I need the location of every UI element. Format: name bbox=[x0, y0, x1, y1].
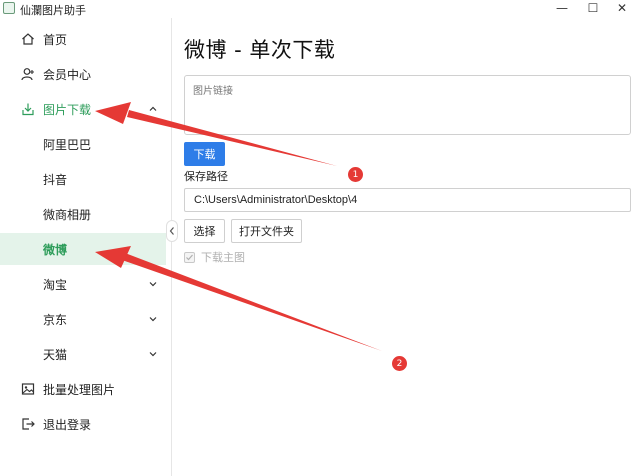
download-main-image-label: 下载主图 bbox=[201, 251, 245, 264]
sidebar: 首页 会员中心 图片下载 阿里巴巴 抖音 微商相册 微博 淘宝 京东 天猫 批量… bbox=[0, 18, 172, 476]
open-folder-button[interactable]: 打开文件夹 bbox=[231, 219, 302, 243]
download-icon bbox=[21, 102, 35, 116]
sidebar-item-batch-process[interactable]: 批量处理图片 bbox=[0, 373, 166, 405]
chevron-up-icon bbox=[149, 106, 157, 111]
save-path-field[interactable]: C:\Users\Administrator\Desktop\4 bbox=[184, 188, 631, 212]
annotation-badge-1: 1 bbox=[348, 167, 363, 182]
page-title: 微博 - 单次下载 bbox=[184, 38, 336, 62]
maximize-button[interactable]: ☐ bbox=[578, 0, 608, 16]
sidebar-item-home[interactable]: 首页 bbox=[0, 23, 166, 55]
save-path-value: C:\Users\Administrator\Desktop\4 bbox=[194, 194, 358, 206]
sidebar-item-label: 微博 bbox=[43, 242, 68, 257]
window-title: 仙瀾图片助手 bbox=[20, 4, 86, 17]
annotation-badge-2: 2 bbox=[392, 356, 407, 371]
sidebar-item-jd[interactable]: 京东 bbox=[0, 303, 166, 335]
sidebar-item-image-download[interactable]: 图片下载 bbox=[0, 93, 166, 125]
close-button[interactable]: ✕ bbox=[607, 0, 637, 16]
chevron-down-icon bbox=[149, 317, 157, 322]
sidebar-item-label: 天猫 bbox=[43, 347, 68, 362]
check-icon bbox=[186, 254, 193, 260]
sidebar-item-label: 阿里巴巴 bbox=[43, 137, 92, 152]
sidebar-item-label: 图片下载 bbox=[43, 102, 92, 117]
title-bar: 仙瀾图片助手 — ☐ ✕ bbox=[0, 0, 640, 18]
sidebar-item-label: 京东 bbox=[43, 312, 68, 327]
sidebar-item-label: 退出登录 bbox=[43, 417, 92, 432]
chevron-down-icon bbox=[149, 352, 157, 357]
app-logo-icon bbox=[3, 2, 15, 14]
logout-icon bbox=[21, 417, 35, 431]
sidebar-item-label: 淘宝 bbox=[43, 277, 68, 292]
sidebar-collapse-button[interactable] bbox=[166, 220, 178, 242]
download-main-image-option[interactable]: 下载主图 bbox=[184, 250, 245, 264]
sidebar-item-member-center[interactable]: 会员中心 bbox=[0, 58, 166, 90]
sidebar-item-weishang-album[interactable]: 微商相册 bbox=[0, 198, 166, 230]
sidebar-item-tmall[interactable]: 天猫 bbox=[0, 338, 166, 370]
sidebar-item-douyin[interactable]: 抖音 bbox=[0, 163, 166, 195]
sidebar-item-label: 会员中心 bbox=[43, 67, 92, 82]
sidebar-item-label: 微商相册 bbox=[43, 207, 92, 222]
sidebar-item-logout[interactable]: 退出登录 bbox=[0, 408, 166, 440]
download-button[interactable]: 下载 bbox=[184, 142, 225, 166]
home-icon bbox=[21, 32, 35, 46]
choose-button[interactable]: 选择 bbox=[184, 219, 225, 243]
sidebar-item-label: 批量处理图片 bbox=[43, 382, 116, 397]
save-path-label: 保存路径 bbox=[184, 170, 228, 183]
sidebar-item-label: 首页 bbox=[43, 32, 68, 47]
sidebar-item-label: 抖音 bbox=[43, 172, 68, 187]
user-icon bbox=[21, 67, 35, 81]
chevron-left-icon bbox=[169, 227, 174, 235]
image-link-input[interactable] bbox=[184, 75, 631, 135]
sidebar-item-weibo[interactable]: 微博 bbox=[0, 233, 166, 265]
sidebar-item-alibaba[interactable]: 阿里巴巴 bbox=[0, 128, 166, 160]
sidebar-item-taobao[interactable]: 淘宝 bbox=[0, 268, 166, 300]
minimize-button[interactable]: — bbox=[547, 0, 577, 16]
download-main-image-checkbox[interactable] bbox=[184, 251, 195, 263]
chevron-down-icon bbox=[149, 282, 157, 287]
image-icon bbox=[21, 382, 35, 396]
